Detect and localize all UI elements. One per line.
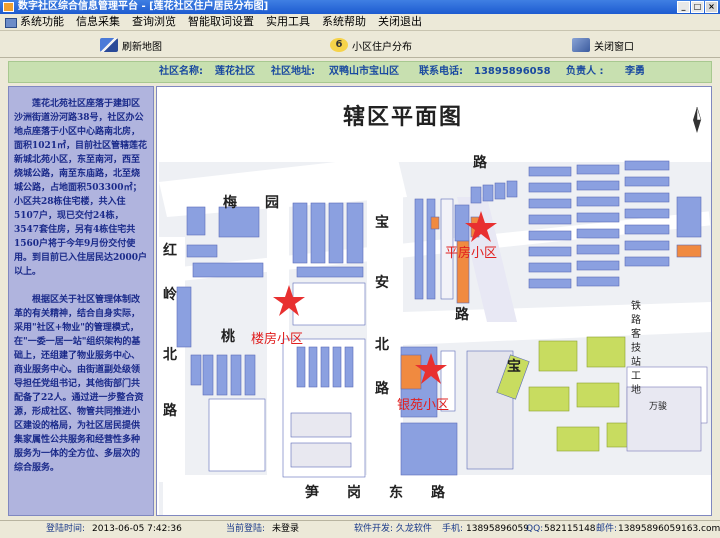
title-bar: 数字社区综合信息管理平台 - [莲花社区住户居民分布图] _ □ ×	[0, 0, 720, 14]
community-name-label: 社区名称:	[159, 66, 203, 77]
menu-collect[interactable]: 信息采集	[70, 14, 126, 30]
refresh-map-button[interactable]: 刷新地图	[100, 36, 162, 54]
community-info-bar: 社区名称: 莲花社区 社区地址: 双鸭山市宝山区 联系电话: 138958960…	[8, 61, 712, 83]
wanjun-label: 万骏	[649, 400, 667, 412]
dev-qq-value: 582115148	[544, 524, 596, 534]
road-label-lu: 路	[375, 380, 390, 397]
community-name-value: 莲花社区	[215, 66, 255, 77]
road-label-bao2: 宝	[507, 358, 521, 375]
description-paragraph-2: 根据区关于社区管理体制改革的有关精神，结合自身实际，采用"社区+物业"的管理模式…	[14, 295, 144, 473]
menu-system[interactable]: 系统功能	[0, 14, 70, 30]
menu-tools[interactable]: 实用工具	[260, 14, 316, 30]
dev-email-value: 13895896059163.com	[618, 524, 720, 534]
community-description-panel: 莲花北苑社区座落于建卸区沙洲街道汾河路38号，社区办公地点座落于小区中心路南北房…	[8, 86, 154, 516]
window-controls: _ □ ×	[677, 1, 718, 13]
menu-exit[interactable]: 关闭退出	[372, 14, 428, 30]
map-canvas: 路 梅 园 宝 安 北 路 红 岭 北 路 桃 路 宝 笋 岗 东 路 铁 路 …	[159, 154, 711, 515]
dev-email-label: 邮件:	[596, 524, 618, 534]
road-label-an: 安	[375, 274, 389, 291]
dev-phone-value: 13895896059	[466, 524, 529, 534]
road-label-ling: 岭	[163, 286, 177, 303]
zone-label-yinyuan: 银苑小区	[397, 398, 449, 413]
developer-label: 软件开发: 久龙软件	[354, 524, 432, 534]
zone-label-pingfang: 平房小区	[445, 245, 497, 261]
road-label-sungang: 笋 岗 东 路	[305, 484, 446, 501]
contact-phone-label: 联系电话:	[419, 66, 463, 77]
road-label-bei2: 北	[163, 347, 177, 363]
menu-word-settings[interactable]: 智能取词设置	[182, 14, 260, 30]
road-label-bei: 北	[375, 337, 389, 353]
road-label-tao: 桃	[221, 328, 235, 345]
app-icon	[3, 2, 14, 12]
community-address-value: 双鸭山市宝山区	[329, 66, 399, 77]
responsible-person-value: 李勇	[625, 66, 645, 77]
login-time-value: 2013-06-05 7:42:36	[92, 524, 182, 534]
toolbar: 刷新地图 6 小区住户分布 关闭窗口	[0, 32, 720, 58]
road-label-lu2: 路	[163, 402, 178, 419]
contact-phone-value: 13895896058	[474, 66, 551, 77]
status-bar: 登陆时间: 2013-06-05 7:42:36 当前登陆: 未登录 软件开发:…	[0, 520, 720, 538]
login-time-label: 登陆时间:	[46, 524, 86, 534]
dev-qq-label: QQ:	[526, 524, 544, 534]
zone-label-loufang: 楼房小区	[251, 331, 303, 347]
refresh-map-label: 刷新地图	[122, 41, 162, 53]
road-label-north: 路	[473, 154, 488, 171]
menu-query[interactable]: 查询浏览	[126, 14, 182, 30]
dev-phone-label: 手机:	[442, 524, 464, 534]
road-label-lu3: 路	[455, 306, 470, 323]
current-login-label: 当前登陆:	[226, 524, 266, 534]
residents-distribution-label: 小区住户分布	[352, 41, 412, 53]
road-label-bao: 宝	[375, 214, 389, 231]
description-paragraph-1: 莲花北苑社区座落于建卸区沙洲街道汾河路38号，社区办公地点座落于小区中心路南北房…	[14, 99, 148, 277]
road-label-meiyuan: 梅 园	[223, 194, 279, 211]
map-icon	[100, 38, 118, 52]
current-login-value: 未登录	[272, 524, 300, 534]
window-title: 数字社区综合信息管理平台 - [莲花社区住户居民分布图]	[18, 1, 269, 12]
road-label-hong: 红	[163, 242, 177, 259]
restore-button[interactable]: □	[691, 1, 704, 13]
community-address-label: 社区地址:	[271, 66, 315, 77]
close-window-button[interactable]: 关闭窗口	[572, 36, 634, 54]
close-window-label: 关闭窗口	[594, 41, 634, 53]
residents-distribution-button[interactable]: 6 小区住户分布	[330, 36, 412, 54]
close-button[interactable]: ×	[705, 1, 718, 13]
menu-bar: 系统功能 信息采集 查询浏览 智能取词设置 实用工具 系统帮助 关闭退出	[0, 14, 720, 31]
number-six-icon: 6	[330, 38, 348, 52]
responsible-person-label: 负责人 :	[566, 66, 604, 77]
close-window-icon	[572, 38, 590, 52]
minimize-button[interactable]: _	[677, 1, 690, 13]
menu-help[interactable]: 系统帮助	[316, 14, 372, 30]
district-map[interactable]: 辖区平面图 路 梅 园 宝 安 北 路 红 岭 北 路 桃 路 宝 笋 岗 东 …	[156, 86, 712, 516]
